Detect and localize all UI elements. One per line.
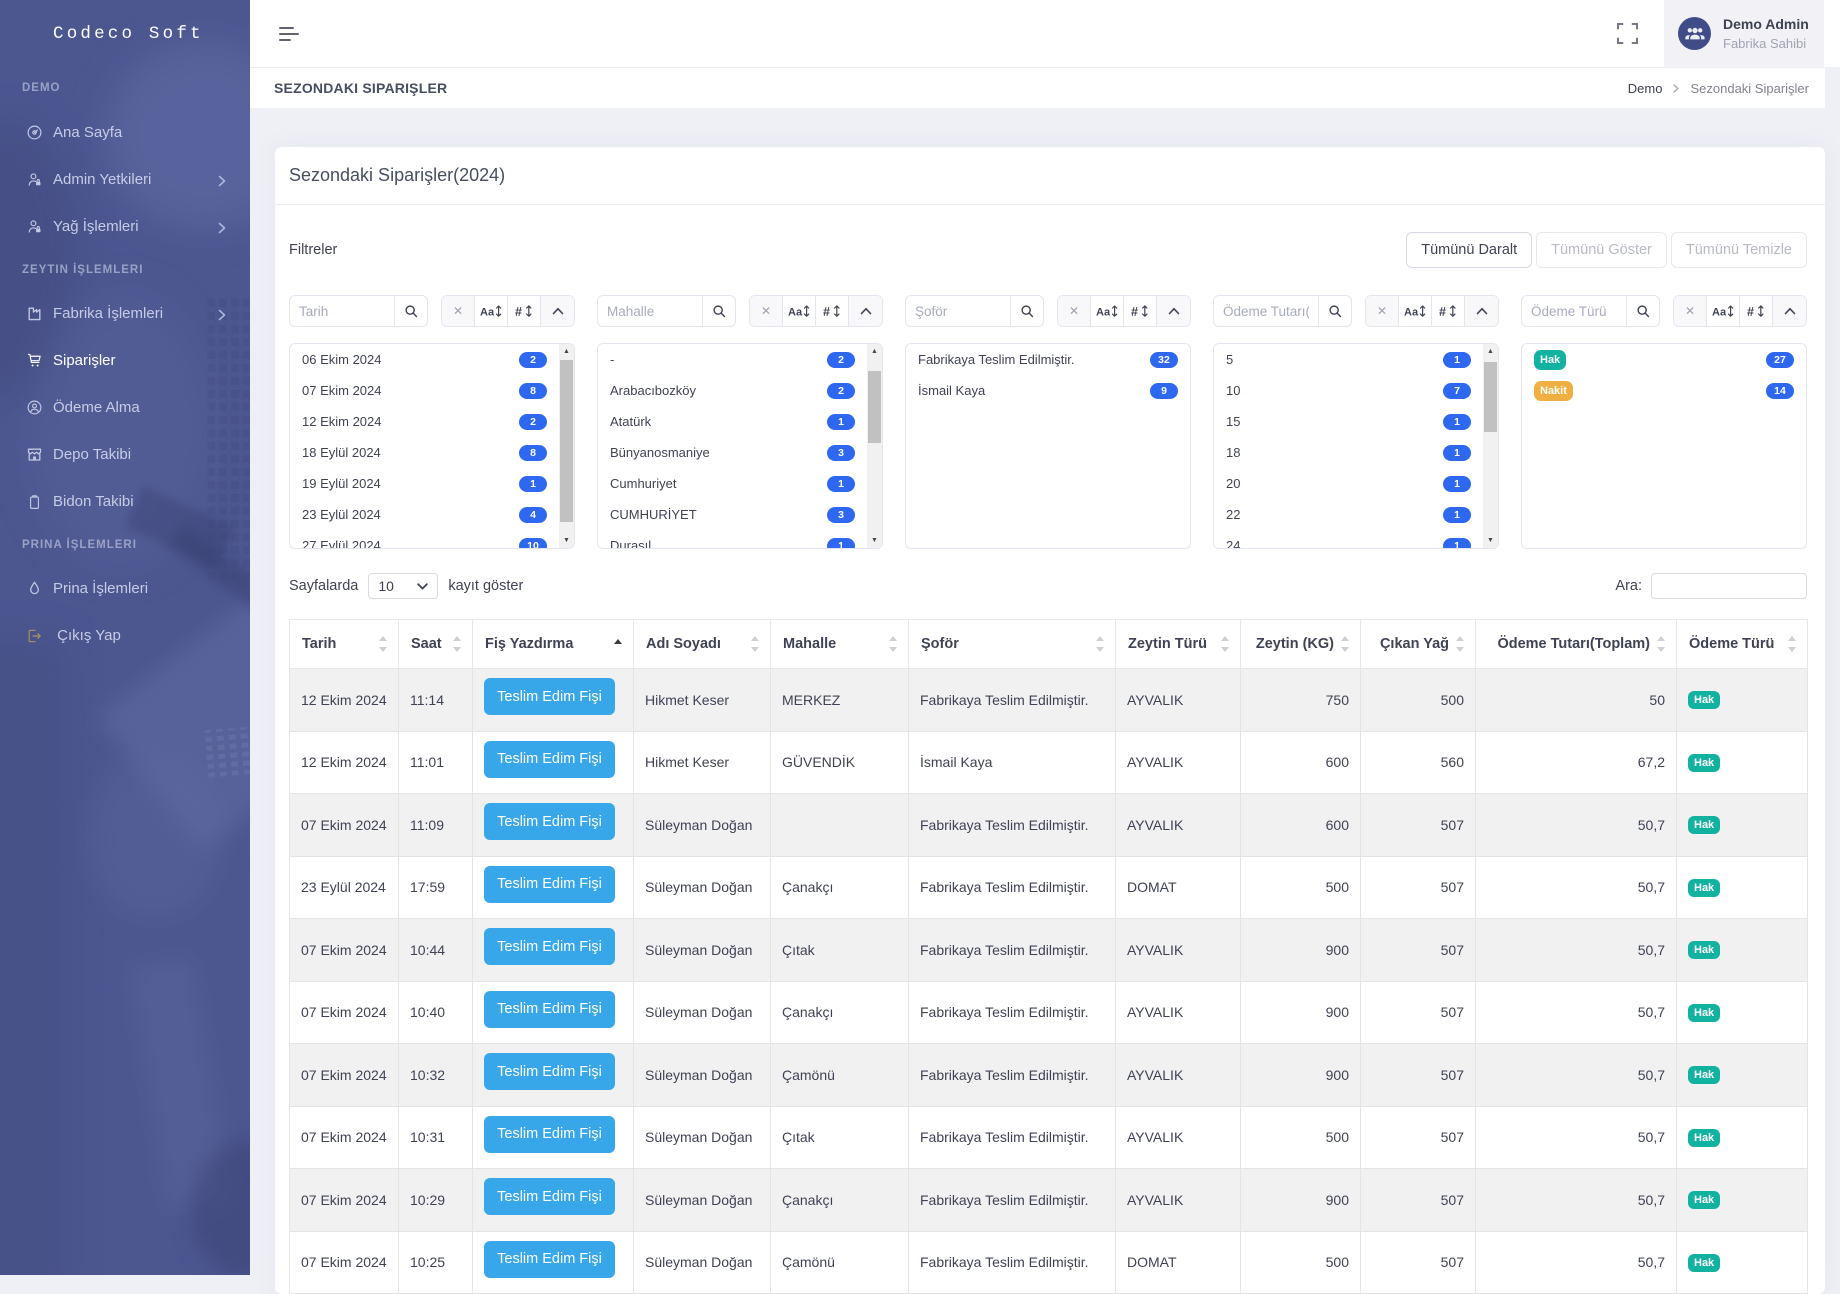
svg-text:#: # — [1439, 304, 1446, 318]
svg-text:Aa: Aa — [480, 306, 495, 318]
svg-text:#: # — [515, 304, 522, 318]
svg-text:Aa: Aa — [1404, 306, 1419, 318]
svg-text:Aa: Aa — [788, 306, 803, 318]
svg-text:#: # — [1747, 304, 1754, 318]
svg-text:#: # — [1131, 304, 1138, 318]
svg-text:#: # — [823, 304, 830, 318]
svg-text:Aa: Aa — [1096, 306, 1111, 318]
svg-text:Aa: Aa — [1712, 306, 1727, 318]
